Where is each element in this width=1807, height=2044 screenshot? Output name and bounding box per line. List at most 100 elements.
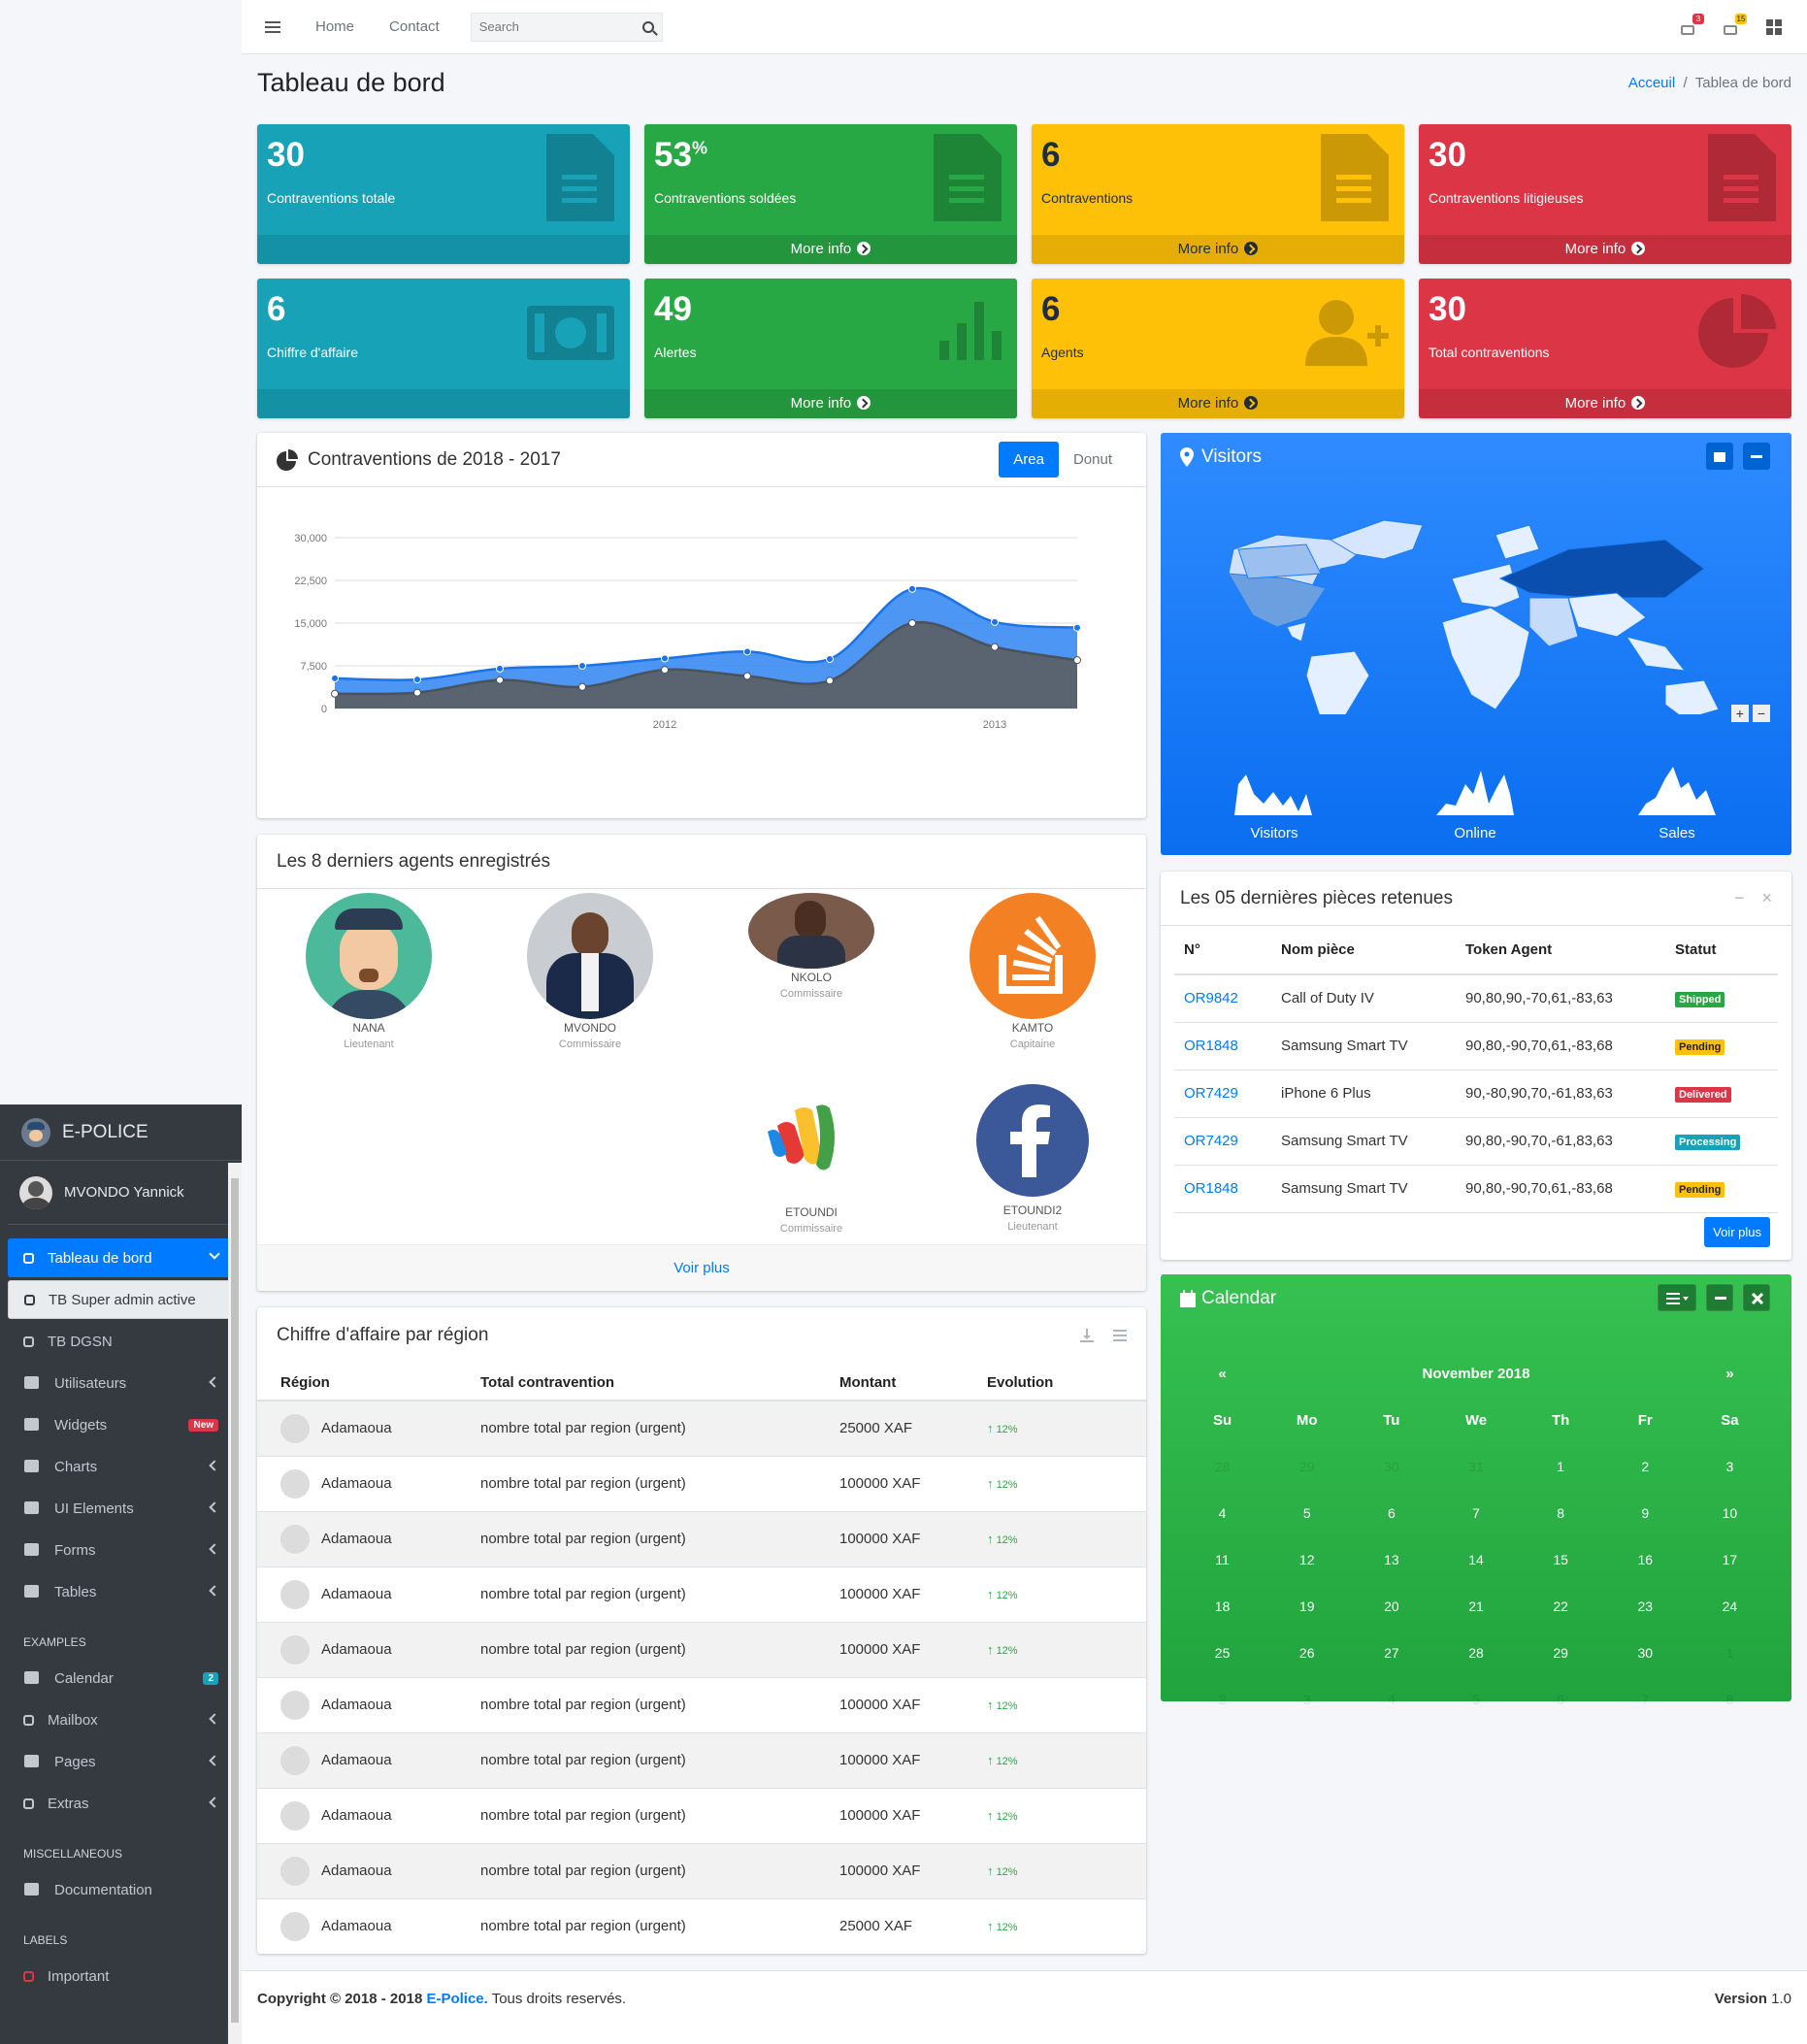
data-point[interactable]	[743, 647, 751, 656]
calendar-day[interactable]: 9	[1603, 1490, 1688, 1536]
calendar-day[interactable]: 25	[1180, 1630, 1265, 1676]
more-info-link[interactable]: More info	[644, 389, 1017, 418]
sidebar-item-documentation[interactable]: Documentation	[8, 1870, 234, 1909]
voir-plus-agents-link[interactable]: Voir plus	[257, 1244, 1146, 1291]
data-point[interactable]	[1073, 656, 1081, 665]
calendar-day[interactable]: 30	[1349, 1443, 1433, 1490]
calendar-day[interactable]: 31	[1433, 1443, 1518, 1490]
order-id-link[interactable]: OR7429	[1184, 1085, 1238, 1102]
sidebar-item-tb-dgsn[interactable]: TB DGSN	[8, 1322, 234, 1361]
sidebar-item-ui-elements[interactable]: UI Elements	[8, 1489, 234, 1528]
nav-contact-link[interactable]: Contact	[389, 18, 440, 35]
calendar-day[interactable]: 2	[1603, 1443, 1688, 1490]
data-point[interactable]	[743, 672, 751, 680]
calendar-day[interactable]: 7	[1603, 1676, 1688, 1723]
brand-link[interactable]: E-Police.	[426, 1991, 487, 2007]
user-panel[interactable]: MVONDO Yannick	[8, 1161, 234, 1225]
close-icon[interactable]: ×	[1761, 888, 1772, 908]
calendar-day[interactable]: 29	[1265, 1443, 1349, 1490]
data-point[interactable]	[991, 617, 999, 626]
data-point[interactable]	[413, 688, 421, 697]
data-point[interactable]	[826, 676, 834, 685]
calendar-day[interactable]: 8	[1688, 1676, 1772, 1723]
calendar-day[interactable]: 6	[1349, 1490, 1433, 1536]
agent-card[interactable]: ETOUNDI Commissaire	[729, 1077, 894, 1235]
nav-home-link[interactable]: Home	[315, 18, 354, 35]
sidebar-item-important[interactable]: Important	[8, 1957, 234, 1995]
calendar-day[interactable]: 1	[1688, 1630, 1772, 1676]
sidebar-item-tb-super-admin[interactable]: TB Super admin active	[8, 1280, 234, 1319]
more-info-link[interactable]: More info	[1032, 389, 1404, 418]
calendar-day[interactable]: 30	[1603, 1630, 1688, 1676]
brand[interactable]: E-POLICE	[0, 1104, 242, 1161]
agent-card[interactable]: MVONDO Commissaire	[508, 893, 673, 1050]
voir-plus-orders-button[interactable]: Voir plus	[1704, 1217, 1770, 1247]
order-id-link[interactable]: OR7429	[1184, 1133, 1238, 1149]
calendar-day[interactable]: 12	[1265, 1536, 1349, 1583]
data-point[interactable]	[826, 654, 834, 663]
calendar-day[interactable]: 20	[1349, 1583, 1433, 1630]
tab-donut[interactable]: Donut	[1059, 442, 1127, 478]
data-point[interactable]	[496, 664, 504, 673]
order-id-link[interactable]: OR1848	[1184, 1038, 1238, 1054]
calendar-button[interactable]	[1705, 443, 1733, 470]
collapse-button[interactable]	[1705, 1284, 1733, 1311]
order-id-link[interactable]: OR9842	[1184, 990, 1238, 1006]
data-point[interactable]	[496, 676, 504, 684]
calendar-day[interactable]: 15	[1519, 1536, 1603, 1583]
sidebar-item-extras[interactable]: Extras	[8, 1784, 234, 1823]
calendar-day[interactable]: 26	[1265, 1630, 1349, 1676]
notifications-icon[interactable]: 15	[1724, 13, 1747, 35]
calendar-day[interactable]: 3	[1265, 1676, 1349, 1723]
data-point[interactable]	[331, 674, 339, 682]
data-point[interactable]	[661, 666, 669, 675]
calendar-day[interactable]: 1	[1519, 1443, 1603, 1490]
apps-grid-icon[interactable]	[1766, 18, 1782, 35]
calendar-day[interactable]: 21	[1433, 1583, 1518, 1630]
sidebar-item-calendar[interactable]: Calendar 2	[8, 1659, 234, 1698]
calendar-day[interactable]: 2	[1180, 1676, 1265, 1723]
zoom-out-button[interactable]: −	[1753, 705, 1770, 722]
remove-button[interactable]	[1743, 1284, 1770, 1311]
sidebar-item-widgets[interactable]: Widgets New	[8, 1405, 234, 1444]
data-point[interactable]	[908, 584, 916, 593]
sidebar-scrollbar[interactable]	[228, 1163, 242, 2044]
tab-area[interactable]: Area	[999, 442, 1059, 478]
agent-card[interactable]: KAMTO Capitaine	[950, 893, 1115, 1050]
data-point[interactable]	[991, 643, 999, 651]
sidebar-item-charts[interactable]: Charts	[8, 1447, 234, 1486]
sidebar-item-pages[interactable]: Pages	[8, 1742, 234, 1781]
calendar-menu-button[interactable]	[1657, 1284, 1696, 1311]
agent-card[interactable]: NANA Lieutenant	[286, 893, 451, 1050]
calendar-month-title[interactable]: November 2018	[1265, 1350, 1688, 1397]
data-point[interactable]	[1073, 623, 1081, 632]
sidebar-item-tableau-de-bord[interactable]: Tableau de bord	[8, 1238, 234, 1277]
agent-card[interactable]: NKOLO Commissaire	[729, 893, 894, 1000]
messages-icon[interactable]: 3	[1681, 13, 1704, 35]
calendar-day[interactable]: 22	[1519, 1583, 1603, 1630]
collapse-button[interactable]	[1743, 443, 1770, 470]
sidebar-item-utilisateurs[interactable]: Utilisateurs	[8, 1364, 234, 1402]
calendar-day[interactable]: 18	[1180, 1583, 1265, 1630]
more-info-link[interactable]: More info	[1419, 235, 1791, 264]
stat-footer[interactable]	[257, 235, 630, 264]
zoom-in-button[interactable]: +	[1730, 705, 1749, 722]
calendar-day[interactable]: 27	[1349, 1630, 1433, 1676]
more-info-link[interactable]: More info	[644, 235, 1017, 264]
calendar-day[interactable]: 6	[1519, 1676, 1603, 1723]
calendar-day[interactable]: 5	[1265, 1490, 1349, 1536]
calendar-day[interactable]: 3	[1688, 1443, 1772, 1490]
data-point[interactable]	[578, 682, 586, 691]
agent-card[interactable]: ETOUNDI2 Lieutenant	[950, 1077, 1115, 1233]
search-icon[interactable]	[641, 20, 654, 33]
calendar-day[interactable]: 29	[1519, 1630, 1603, 1676]
calendar-day[interactable]: 4	[1349, 1676, 1433, 1723]
data-point[interactable]	[661, 654, 669, 663]
breadcrumb-home-link[interactable]: Acceuil	[1628, 75, 1675, 91]
calendar-day[interactable]: 8	[1519, 1490, 1603, 1536]
minus-icon[interactable]: −	[1734, 888, 1745, 908]
calendar-day[interactable]: 5	[1433, 1676, 1518, 1723]
calendar-day[interactable]: 19	[1265, 1583, 1349, 1630]
calendar-day[interactable]: 4	[1180, 1490, 1265, 1536]
search-input[interactable]: Search	[470, 12, 663, 42]
